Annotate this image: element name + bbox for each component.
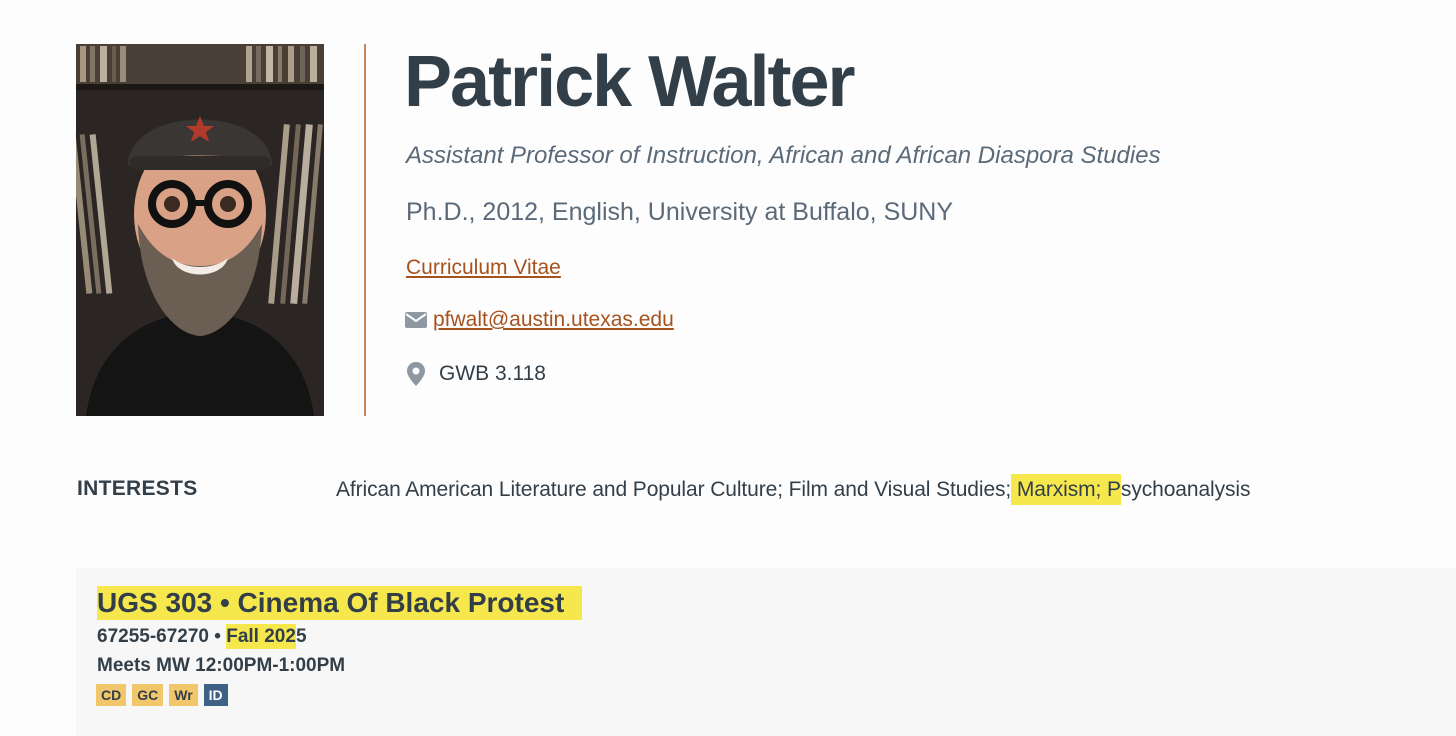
faculty-profile-page: Patrick Walter Assistant Professor of In… (0, 0, 1456, 736)
interests-label: INTERESTS (77, 477, 198, 500)
curriculum-vitae-link[interactable]: Curriculum Vitae (406, 256, 561, 280)
interests-highlighted-text: Marxism; P (1011, 474, 1121, 505)
flag-badge: CD (96, 684, 127, 706)
flag-badge: ID (203, 684, 228, 706)
email-row: pfwalt@austin.utexas.edu (405, 308, 674, 332)
course-flags: CD GC Wr ID (96, 684, 228, 706)
header-divider (364, 44, 366, 416)
meta-separator: • (209, 626, 227, 647)
envelope-icon (405, 312, 427, 328)
course-semester-rest: 5 (295, 626, 307, 647)
flag-badge: Wr (169, 684, 198, 706)
office-row: GWB 3.118 (407, 362, 546, 386)
course-meets: Meets MW 12:00PM-1:00PM (97, 655, 346, 676)
interests-text-part: sychoanalysis (1120, 478, 1251, 501)
course-semester-highlighted: Fall 202 (226, 624, 296, 649)
profile-photo (76, 44, 324, 416)
profile-title: Assistant Professor of Instruction, Afri… (406, 142, 1161, 169)
interests-text: African American Literature and Popular … (336, 474, 1251, 505)
profile-name: Patrick Walter (404, 42, 856, 122)
course-numbers-semester: 67255-67270 • Fall 2025 (97, 624, 307, 649)
course-title[interactable]: UGS 303 • Cinema Of Black Protest (97, 586, 583, 620)
profile-degree: Ph.D., 2012, English, University at Buff… (406, 198, 954, 226)
email-link[interactable]: pfwalt@austin.utexas.edu (433, 308, 674, 332)
interests-text-part: African American Literature and Popular … (336, 478, 1012, 501)
flag-badge: GC (132, 684, 164, 706)
course-numbers: 67255-67270 (97, 626, 209, 647)
office-location: GWB 3.118 (439, 362, 546, 385)
map-pin-icon (407, 362, 425, 386)
